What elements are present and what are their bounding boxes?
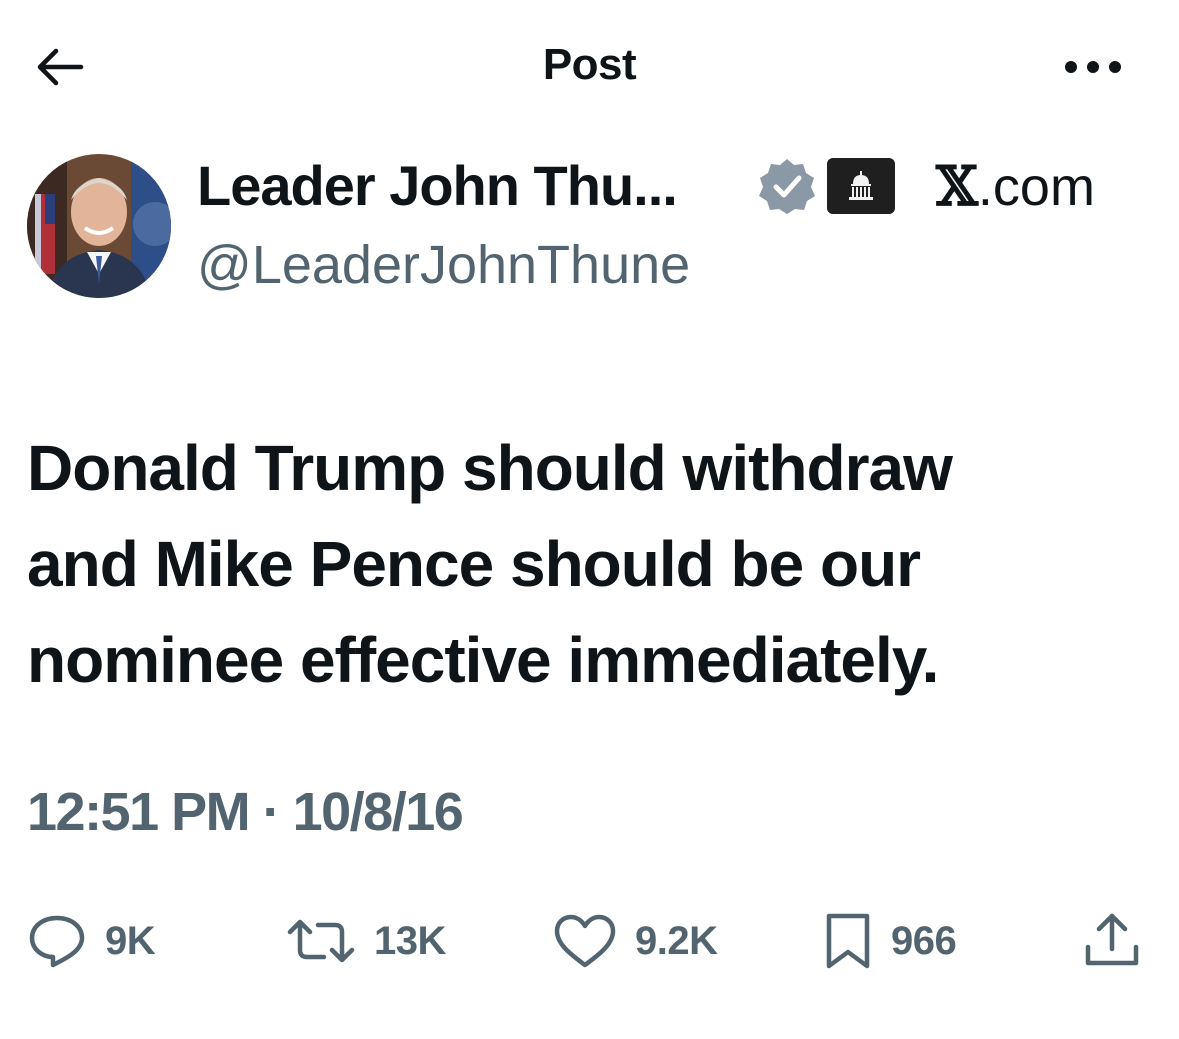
tweet-text-line: and Mike Pence should be our (27, 528, 921, 600)
back-button[interactable] (30, 40, 88, 94)
bookmark-count: 966 (891, 918, 957, 963)
repost-icon (287, 919, 355, 963)
reply-icon (29, 915, 85, 968)
like-count: 9.2K (635, 918, 718, 963)
capitol-building-icon (849, 171, 873, 200)
bookmark-icon (826, 913, 870, 969)
reply-count: 9K (105, 918, 156, 963)
avatar[interactable] (27, 154, 171, 298)
repost-count: 13K (374, 918, 446, 963)
bookmark-button[interactable]: 966 (823, 906, 957, 976)
repost-button[interactable]: 13K (286, 906, 446, 976)
author-handle[interactable]: @LeaderJohnThune (197, 234, 690, 296)
more-options-button[interactable] (1058, 44, 1128, 90)
like-button[interactable]: 9.2K (553, 906, 718, 976)
source-site-text: .com (977, 157, 1095, 217)
more-dots-icon (1065, 61, 1121, 73)
tweet-text: Donald Trump should withdraw and Mike Pe… (27, 420, 1147, 708)
avatar-image (27, 154, 171, 298)
share-button[interactable] (1082, 906, 1142, 976)
tweet-text-line: nominee effective immediately. (27, 624, 939, 696)
heart-icon (554, 914, 616, 968)
post-detail-screen: Post Leader John Thu... 𝕏.com @LeaderJoh… (0, 0, 1179, 1039)
page-title: Post (542, 40, 637, 89)
tweet-text-line: Donald Trump should withdraw (27, 432, 953, 504)
tweet-timestamp[interactable]: 12:51 PM · 10/8/16 (27, 780, 464, 844)
source-site-label[interactable]: 𝕏.com (936, 156, 1095, 217)
arrow-left-icon (37, 48, 84, 86)
author-display-name[interactable]: Leader John Thu... (197, 156, 678, 216)
x-logo-mark: 𝕏 (936, 154, 978, 218)
verified-badge-icon (759, 159, 815, 214)
reply-button[interactable]: 9K (27, 906, 156, 976)
affiliation-badge[interactable] (827, 158, 895, 214)
share-icon (1085, 913, 1139, 966)
